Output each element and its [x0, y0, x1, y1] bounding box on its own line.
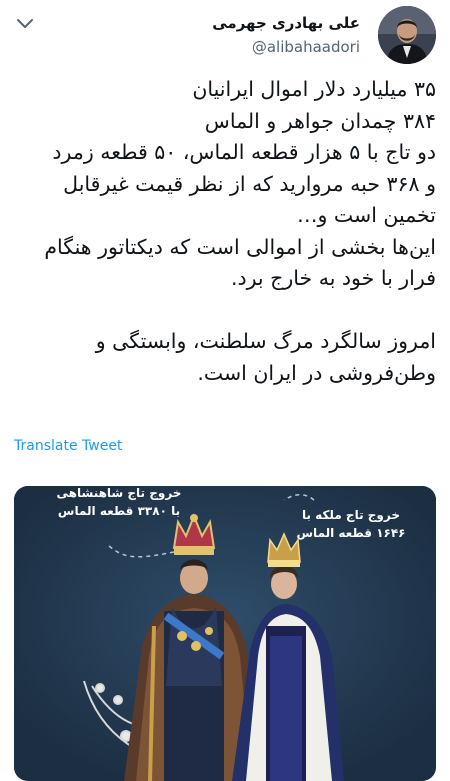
caption-line: خروج تاج شاهنشاهی [56, 486, 182, 500]
tweet-text: ۳۵ میلیارد دلار اموال ایرانیان ۳۸۴ چمدان… [16, 74, 436, 389]
tweet-line: ۳۵ میلیارد دلار اموال ایرانیان [192, 77, 436, 101]
tweet-line: وطن‌فروشی در ایران است. [197, 360, 436, 385]
tweet-line: فرار با خود به خارج برد. [230, 266, 436, 290]
caption-line: ۱۶۴۶ قطعه الماس [296, 526, 406, 540]
tweet-line: تخمین است و… [296, 203, 436, 227]
avatar[interactable] [378, 6, 436, 64]
caption-line: خروج تاج ملکه با [301, 508, 400, 522]
tweet-media-image[interactable]: خروج تاج شاهنشاهی با ۳۳۸۰ قطعه الماس خرو… [14, 486, 436, 781]
tweet-line: دو تاج با ۵ هزار قطعه الماس، ۵۰ قطعه زمر… [52, 140, 436, 164]
tweet-line: ۳۸۴ چمدان جواهر و الماس [204, 108, 436, 133]
author-handle[interactable]: @alibahaadori [212, 38, 360, 56]
caption-queen-crown: خروج تاج ملکه با ۱۶۴۶ قطعه الماس [276, 506, 426, 542]
tweet-line: و ۳۶۸ حبه مروارید که از نظر قیمت غیرقابل [63, 171, 436, 196]
author-display-name[interactable]: علی بهادری جهرمی [212, 14, 360, 32]
caption-line: با ۳۳۸۰ قطعه الماس [57, 504, 181, 518]
tweet-header: علی بهادری جهرمی @alibahaadori [0, 0, 450, 80]
chevron-down-icon[interactable] [14, 12, 36, 34]
tweet-line: این‌ها بخشی از اموالی است که دیکتاتور هن… [44, 234, 436, 259]
avatar-portrait [378, 6, 436, 64]
tweet-line: امروز سالگرد مرگ سلطنت، وابستگی و [95, 329, 436, 353]
caption-shah-crown: خروج تاج شاهنشاهی با ۳۳۸۰ قطعه الماس [34, 486, 204, 520]
translate-tweet-link[interactable]: Translate Tweet [14, 438, 122, 454]
author-names[interactable]: علی بهادری جهرمی @alibahaadori [212, 14, 360, 56]
